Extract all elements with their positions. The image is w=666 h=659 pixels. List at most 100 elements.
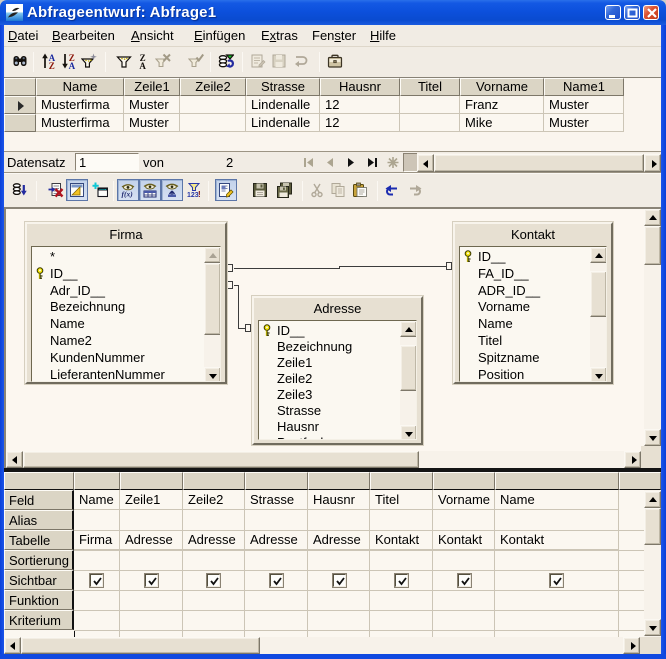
table-h-scrollbar-thumb[interactable] (434, 154, 644, 172)
design-scroll-right-button[interactable] (624, 451, 641, 468)
scroll-up-button[interactable] (400, 321, 417, 337)
functions-toggle-button[interactable]: f(x) (117, 179, 139, 201)
grid-column-header[interactable] (495, 472, 619, 490)
cell[interactable] (180, 114, 246, 132)
grid-v-scrollbar-thumb[interactable] (644, 508, 661, 545)
grid-scroll-down-button[interactable] (644, 619, 661, 636)
column-header-zeile2[interactable]: Zeile2 (180, 78, 246, 96)
column-header-name[interactable]: Name (36, 78, 124, 96)
field-item[interactable]: KundenNummer (32, 349, 220, 366)
autofilter-icon[interactable] (81, 53, 97, 69)
grid-column-header[interactable] (433, 472, 495, 490)
field-item[interactable]: ADR_ID__ (460, 282, 606, 299)
grid-row-header-sichtbar[interactable]: Sichtbar (4, 570, 74, 590)
field-item[interactable]: Titel (460, 332, 606, 349)
field-item[interactable]: * (32, 248, 220, 265)
sichtbar-checkbox[interactable] (207, 574, 220, 587)
grid-cell-tabelle[interactable]: Adresse (120, 530, 183, 550)
field-item[interactable]: ID__ (259, 322, 416, 339)
grid-column-header[interactable] (120, 472, 183, 490)
remove-filter-icon[interactable] (155, 53, 171, 69)
sichtbar-checkbox[interactable] (145, 574, 158, 587)
field-item[interactable]: Strasse (259, 402, 416, 419)
field-item[interactable]: FA_ID__ (460, 265, 606, 282)
paste-icon[interactable] (352, 182, 368, 198)
field-item[interactable]: Vorname (460, 298, 606, 315)
scrollbar-thumb[interactable] (400, 345, 417, 391)
sichtbar-checkbox[interactable] (333, 574, 346, 587)
title-bar[interactable]: Abfrageentwurf: Abfrage1 (0, 0, 666, 25)
cell[interactable]: Musterfirma (36, 96, 124, 114)
grid-cell-feld[interactable]: Vorname (433, 490, 495, 510)
menu-bearbeiten[interactable]: Bearbeiten (52, 28, 115, 45)
sichtbar-checkbox[interactable] (458, 574, 471, 587)
save-as-icon[interactable] (276, 182, 292, 198)
grid-scroll-up-button[interactable] (644, 491, 661, 508)
switch-design-view-button[interactable] (66, 179, 88, 201)
join-line[interactable] (234, 268, 340, 269)
copy-icon[interactable] (330, 182, 346, 198)
sort-order-icon[interactable]: Z A (136, 53, 152, 69)
scrollbar-thumb[interactable] (590, 271, 607, 317)
grid-column-header[interactable] (370, 472, 433, 490)
edit-query-toggle-button[interactable] (215, 179, 237, 201)
grid-row-header-feld[interactable]: Feld (4, 490, 74, 510)
refresh-icon[interactable] (218, 53, 234, 69)
field-item[interactable]: Zeile3 (259, 386, 416, 403)
last-record-button[interactable] (363, 154, 381, 171)
grid-scroll-left-button[interactable] (4, 637, 21, 654)
find-record-icon[interactable] (12, 53, 28, 69)
next-record-button[interactable] (342, 154, 360, 171)
grid-cell-tabelle[interactable]: Kontakt (370, 530, 433, 550)
maximize-button[interactable] (624, 5, 640, 20)
grid-column-header[interactable] (308, 472, 370, 490)
scrollbar-thumb[interactable] (204, 263, 221, 335)
table-window-kontakt[interactable]: Kontakt ID__ FA_ID__ ADR_ID__ Vorname Na… (453, 222, 613, 384)
grid-row-header-tabelle[interactable]: Tabelle (4, 530, 74, 550)
join-connector[interactable] (227, 264, 233, 272)
table-window-adresse[interactable]: Adresse ID__ Bezeichnung Zeile1 Zeile2 Z… (252, 296, 423, 445)
field-item[interactable]: ID__ (32, 265, 220, 282)
edit-data-icon[interactable] (250, 53, 266, 69)
column-header-name1[interactable]: Name1 (544, 78, 624, 96)
table-window-firma[interactable]: Firma * ID__ Adr_ID__ Bezeichnung Name N… (25, 222, 227, 384)
design-h-scrollbar-thumb[interactable] (23, 451, 419, 468)
row-selector-header[interactable] (4, 78, 36, 96)
scroll-down-button[interactable] (400, 425, 417, 440)
field-item[interactable]: Position (460, 366, 606, 382)
grid-scroll-right-button[interactable] (623, 637, 640, 654)
grid-cell-tabelle[interactable]: Adresse (183, 530, 245, 550)
field-item[interactable]: Bezeichnung (259, 338, 416, 355)
field-item[interactable]: Adr_ID__ (32, 282, 220, 299)
grid-cell-tabelle[interactable]: Kontakt (433, 530, 495, 550)
column-header-hausnr[interactable]: Hausnr (320, 78, 400, 96)
join-connector[interactable] (245, 324, 251, 332)
first-record-button[interactable] (300, 154, 318, 171)
menu-extras[interactable]: Extras (261, 28, 298, 45)
table-scroll-left-button[interactable] (417, 154, 434, 172)
grid-column-header[interactable] (619, 472, 661, 490)
cell[interactable] (400, 96, 460, 114)
apply-filter-icon[interactable] (188, 53, 204, 69)
grid-cell-feld[interactable]: Zeile2 (183, 490, 245, 510)
record-number-input[interactable]: 1 (75, 153, 139, 171)
field-item[interactable]: Hausnr (259, 418, 416, 435)
grid-cell-feld[interactable]: Hausnr (308, 490, 370, 510)
save-record-icon[interactable] (271, 53, 287, 69)
grid-row-header-funktion[interactable]: Funktion (4, 590, 74, 610)
menu-hilfe[interactable]: Hilfe (370, 28, 396, 45)
field-item[interactable]: Name (32, 315, 220, 332)
column-header-strasse[interactable]: Strasse (246, 78, 320, 96)
table-name-toggle-button[interactable] (139, 179, 161, 201)
add-table-icon[interactable] (92, 182, 108, 198)
grid-column-header[interactable] (183, 472, 245, 490)
scroll-down-button[interactable] (590, 367, 607, 382)
run-query-icon[interactable] (12, 182, 28, 198)
grid-cell-feld[interactable]: Zeile1 (120, 490, 183, 510)
undo-data-entry-icon[interactable] (293, 53, 309, 69)
design-scroll-left-button[interactable] (6, 451, 23, 468)
row-selector-current[interactable] (4, 96, 36, 114)
grid-cell-feld[interactable]: Name (74, 490, 120, 510)
cell[interactable] (180, 96, 246, 114)
column-header-titel[interactable]: Titel (400, 78, 460, 96)
